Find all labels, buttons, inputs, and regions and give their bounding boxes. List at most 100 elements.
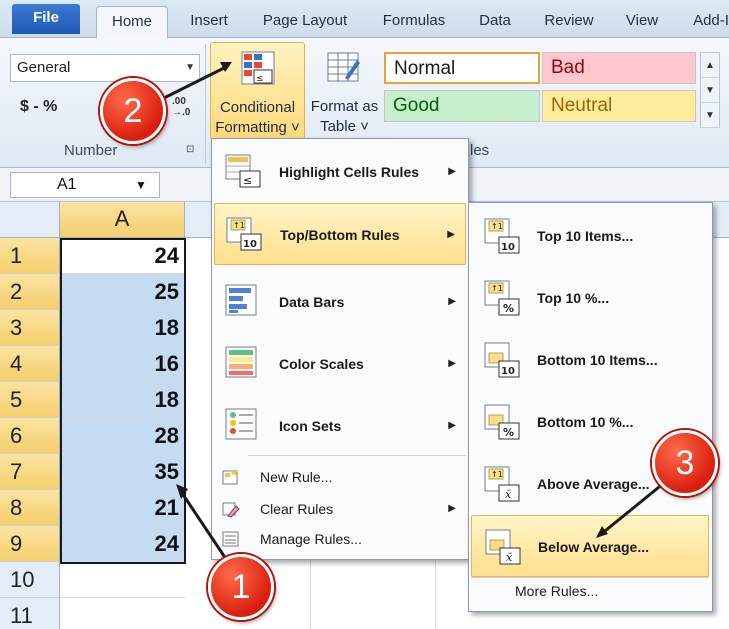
bottom-10-items-icon: 10 [484,342,520,378]
format-as-table-button[interactable]: Format as Table ˅ [307,42,382,140]
menu-item-more-rules[interactable]: More Rules... [515,583,598,599]
submenu-arrow-icon: ▶ [448,503,456,514]
number-group-label: Number [64,142,118,159]
row-header[interactable]: 3 [0,310,60,346]
chevron-down-icon[interactable]: ▼ [701,78,719,103]
conditional-formatting-icon: ≤ [241,51,275,85]
conditional-formatting-menu: ≤ Highlight Cells Rules ▶ ↑1 10 Top/Bott… [211,138,469,560]
name-box[interactable]: A1 ▼ [10,172,160,198]
menu-item-below-average[interactable]: x̄ Below Average... [471,515,709,577]
menu-item-icon-sets[interactable]: Icon Sets ▶ [214,395,466,457]
top-10-items-icon: ↑1 10 [484,218,520,254]
tab-home[interactable]: Home [96,6,168,39]
menu-item-top-bottom-rules[interactable]: ↑1 10 Top/Bottom Rules ▶ [214,203,466,265]
dialog-launcher-icon[interactable]: ⊡ [186,144,194,155]
tab-view[interactable]: View [620,6,664,38]
menu-divider [471,577,709,578]
more-icon[interactable]: ▼ [701,103,719,128]
format-as-table-label-1: Format as [310,98,379,115]
group-divider [205,44,206,164]
tab-review[interactable]: Review [538,6,600,38]
menu-item-label: Icon Sets [279,418,342,434]
tab-addins[interactable]: Add-I [686,6,729,38]
svg-text:↑1: ↑1 [491,222,503,231]
menu-item-top-10-percent[interactable]: ↑1 % Top 10 %... [471,267,709,329]
conditional-formatting-button[interactable]: ≤ Conditional Formatting ˅ [210,42,305,140]
ribbon-tab-bar: File Home Insert Page Layout Formulas Da… [0,0,729,39]
cell-a9[interactable]: 24 [60,526,185,562]
number-format-buttons[interactable]: $ - % [20,98,57,116]
submenu-arrow-icon: ▶ [448,166,456,177]
tab-formulas[interactable]: Formulas [376,6,452,38]
tab-insert[interactable]: Insert [183,6,235,38]
cell-a10[interactable] [60,562,185,598]
tab-file[interactable]: File [12,4,80,34]
menu-item-label: Bottom 10 Items... [537,352,658,368]
row-header[interactable]: 2 [0,274,60,310]
tab-data[interactable]: Data [472,6,518,38]
icon-sets-icon [225,408,257,440]
style-bad[interactable]: Bad [542,52,696,84]
row-header[interactable]: 7 [0,454,60,490]
cell-a7[interactable]: 35 [60,454,185,490]
menu-item-top-10-items[interactable]: ↑1 10 Top 10 Items... [471,205,709,267]
cell-a5[interactable]: 18 [60,382,185,418]
row-header[interactable]: 4 [0,346,60,382]
menu-item-label: Below Average... [538,539,650,555]
styles-gallery-scroll[interactable]: ▲ ▼ ▼ [700,52,720,128]
bottom-10-percent-icon: % [484,404,520,440]
menu-item-manage-rules[interactable]: Manage Rules... [214,523,466,555]
clear-rules-icon [222,502,240,518]
menu-item-new-rule[interactable]: New Rule... [214,461,466,493]
cell-a4[interactable]: 16 [60,346,185,382]
menu-item-highlight-cells-rules[interactable]: ≤ Highlight Cells Rules ▶ [214,141,466,203]
cell-a8[interactable]: 21 [60,490,185,526]
row-header[interactable]: 6 [0,418,60,454]
chevron-down-icon[interactable]: ▼ [135,173,147,197]
submenu-arrow-icon: ▶ [447,229,455,240]
style-normal[interactable]: Normal [384,52,540,84]
menu-item-label: Data Bars [279,294,345,310]
menu-item-clear-rules[interactable]: Clear Rules ▶ [214,493,466,525]
cell-a2[interactable]: 25 [60,274,185,310]
decimal-buttons[interactable]: .00 →.0 [172,96,190,118]
menu-item-color-scales[interactable]: Color Scales ▶ [214,333,466,395]
svg-text:%: % [503,426,514,439]
menu-item-label: Top 10 %... [537,290,610,306]
cell-a3[interactable]: 18 [60,310,185,346]
menu-item-data-bars[interactable]: Data Bars ▶ [214,271,466,333]
conditional-formatting-label-1: Conditional [219,99,296,116]
tab-page-layout[interactable]: Page Layout [254,6,356,38]
below-average-icon: x̄ [485,529,521,565]
style-neutral[interactable]: Neutral [542,90,696,122]
increase-decimal-label: .00 [172,96,186,107]
chevron-up-icon[interactable]: ▲ [701,53,719,78]
row-header[interactable]: 9 [0,526,60,562]
svg-text:x̄: x̄ [505,488,512,501]
row-header[interactable]: 11 [0,598,60,629]
svg-text:≤: ≤ [243,174,252,187]
chevron-down-icon: ▼ [185,62,195,73]
row-header[interactable]: 5 [0,382,60,418]
svg-text:↑1: ↑1 [491,470,503,479]
cell-a1[interactable]: 24 [60,238,185,274]
callout-3: 3 [652,430,718,496]
row-header[interactable]: 10 [0,562,60,598]
cell-a6[interactable]: 28 [60,418,185,454]
svg-text:10: 10 [501,366,515,377]
column-header-a[interactable]: A [60,202,185,238]
color-scales-icon [225,346,257,378]
row-header[interactable]: 1 [0,238,60,274]
top-bottom-rules-submenu: ↑1 10 Top 10 Items... ↑1 % Top 10 %... 1… [468,202,713,612]
menu-item-bottom-10-items[interactable]: 10 Bottom 10 Items... [471,329,709,391]
svg-text:10: 10 [501,242,515,253]
name-box-value: A1 [57,176,77,193]
style-good[interactable]: Good [384,90,540,122]
submenu-arrow-icon: ▶ [448,358,456,369]
cell-a11[interactable] [60,598,185,629]
row-header[interactable]: 8 [0,490,60,526]
menu-item-label: New Rule... [260,469,333,485]
number-format-dropdown[interactable]: General ▼ [10,54,200,82]
menu-item-label: Above Average... [537,476,650,492]
select-all-corner[interactable] [0,202,60,238]
